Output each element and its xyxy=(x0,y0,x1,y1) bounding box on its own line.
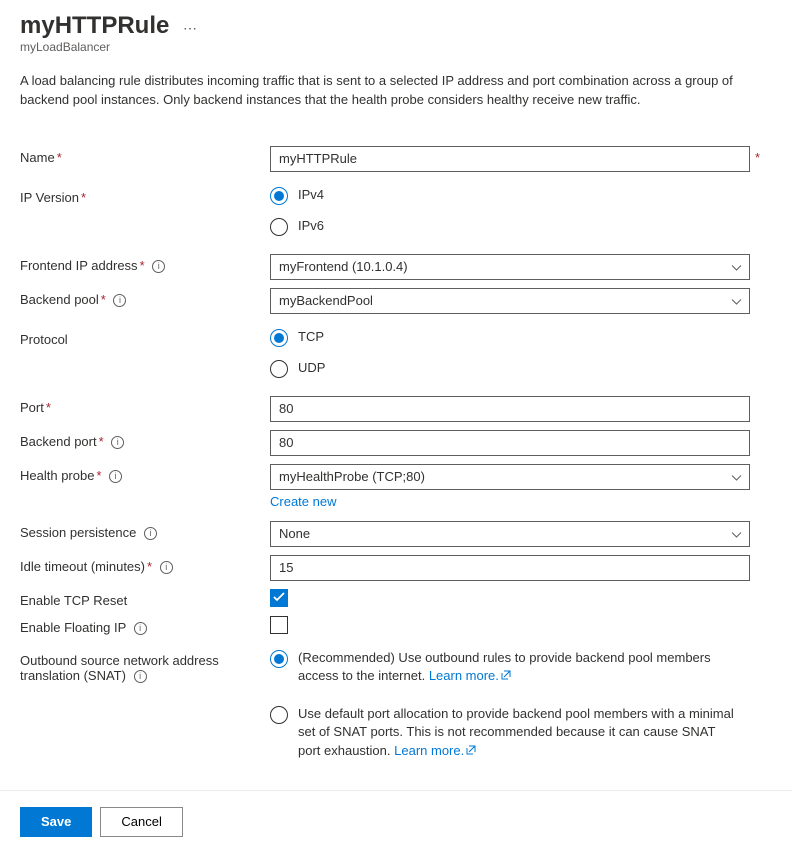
external-link-icon xyxy=(501,667,511,685)
snat-label: Outbound source network address translat… xyxy=(20,649,270,683)
more-options-button[interactable]: ⋯ xyxy=(183,20,198,37)
radio-icon xyxy=(270,329,288,347)
idle-timeout-label: Idle timeout (minutes)* i xyxy=(20,555,270,574)
create-new-health-probe-link[interactable]: Create new xyxy=(270,494,336,509)
port-input[interactable] xyxy=(270,396,750,422)
external-link-icon xyxy=(466,742,476,760)
frontend-ip-label: Frontend IP address* i xyxy=(20,254,270,273)
enable-floating-ip-checkbox[interactable] xyxy=(270,616,288,634)
info-icon[interactable]: i xyxy=(152,260,165,273)
backend-pool-label: Backend pool* i xyxy=(20,288,270,307)
info-icon[interactable]: i xyxy=(109,470,122,483)
enable-floating-ip-label: Enable Floating IP i xyxy=(20,616,270,635)
radio-icon xyxy=(270,706,288,724)
protocol-udp-radio[interactable]: UDP xyxy=(270,359,750,378)
name-label: Name* xyxy=(20,146,270,165)
name-input[interactable] xyxy=(270,146,750,172)
cancel-button[interactable]: Cancel xyxy=(100,807,182,837)
info-icon[interactable]: i xyxy=(113,294,126,307)
learn-more-link[interactable]: Learn more. xyxy=(429,668,511,683)
ip-version-label: IP Version* xyxy=(20,186,270,205)
idle-timeout-input[interactable] xyxy=(270,555,750,581)
radio-icon xyxy=(270,187,288,205)
protocol-label: Protocol xyxy=(20,328,270,347)
protocol-tcp-radio[interactable]: TCP xyxy=(270,328,750,347)
session-persistence-select[interactable] xyxy=(270,521,750,547)
radio-icon xyxy=(270,218,288,236)
snat-recommended-radio[interactable]: (Recommended) Use outbound rules to prov… xyxy=(270,649,750,685)
page-title: myHTTPRule xyxy=(20,12,169,40)
ip-version-ipv4-radio[interactable]: IPv4 xyxy=(270,186,750,205)
radio-icon xyxy=(270,360,288,378)
info-icon[interactable]: i xyxy=(111,436,124,449)
session-persistence-label: Session persistence i xyxy=(20,521,270,540)
info-icon[interactable]: i xyxy=(144,527,157,540)
page-description: A load balancing rule distributes incomi… xyxy=(20,72,760,110)
health-probe-label: Health probe* i xyxy=(20,464,270,483)
breadcrumb-subtitle: myLoadBalancer xyxy=(20,40,772,54)
health-probe-select[interactable] xyxy=(270,464,750,490)
info-icon[interactable]: i xyxy=(160,561,173,574)
port-label: Port* xyxy=(20,396,270,415)
enable-tcp-reset-checkbox[interactable] xyxy=(270,589,288,607)
enable-tcp-reset-label: Enable TCP Reset xyxy=(20,589,270,608)
ip-version-ipv6-radio[interactable]: IPv6 xyxy=(270,217,750,236)
save-button[interactable]: Save xyxy=(20,807,92,837)
backend-port-label: Backend port* i xyxy=(20,430,270,449)
backend-port-input[interactable] xyxy=(270,430,750,456)
info-icon[interactable]: i xyxy=(134,622,147,635)
radio-icon xyxy=(270,650,288,668)
checkmark-icon xyxy=(273,590,285,605)
required-indicator: * xyxy=(755,150,760,165)
backend-pool-select[interactable] xyxy=(270,288,750,314)
learn-more-link[interactable]: Learn more. xyxy=(394,743,476,758)
snat-default-radio[interactable]: Use default port allocation to provide b… xyxy=(270,705,750,760)
frontend-ip-select[interactable] xyxy=(270,254,750,280)
info-icon[interactable]: i xyxy=(134,670,147,683)
